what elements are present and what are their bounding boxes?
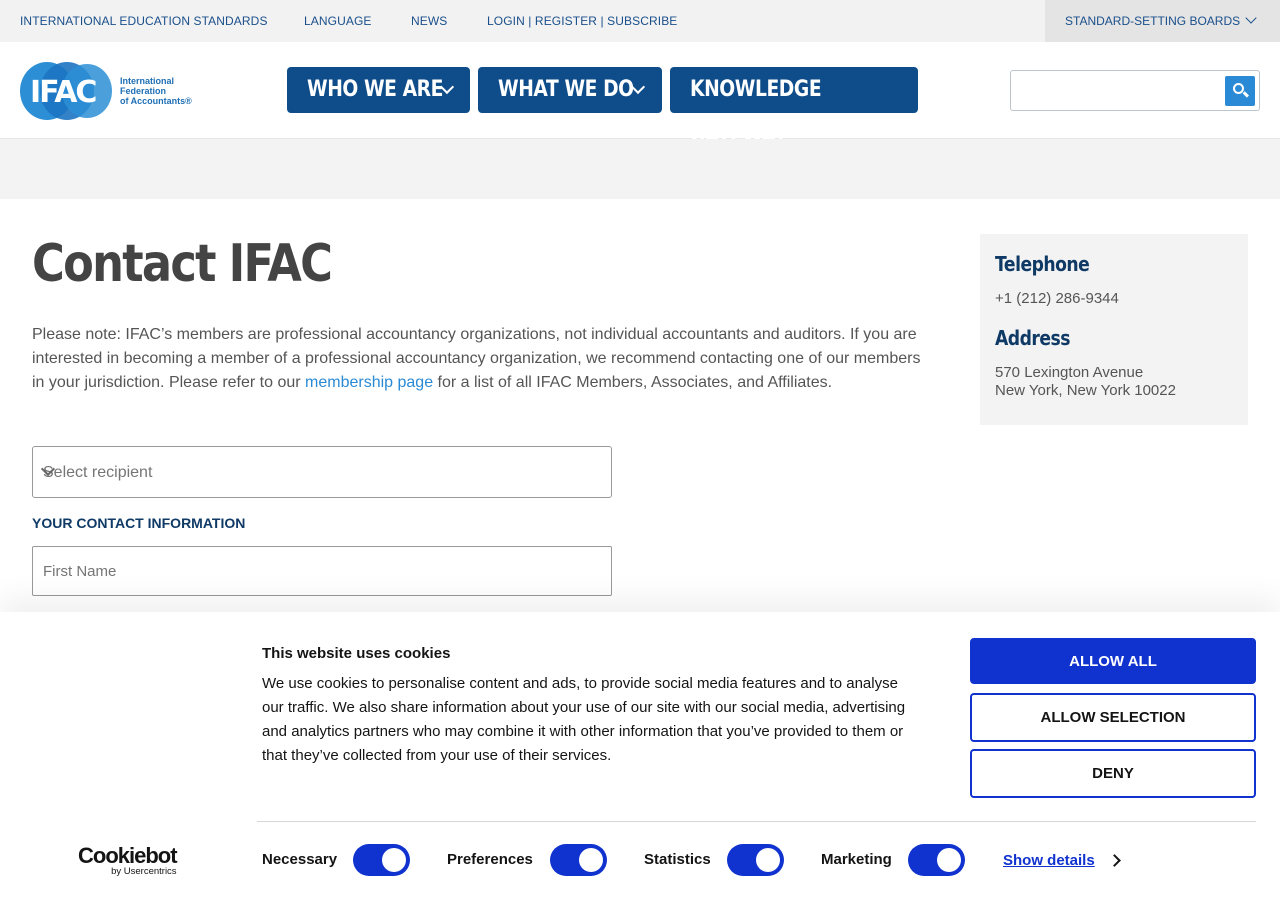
site-header: IFAC International Federation of Account…: [0, 42, 1280, 148]
logo-line-1: International: [120, 76, 175, 86]
cookie-body: We use cookies to personalise content an…: [262, 675, 906, 764]
chevron-down-icon: [1245, 12, 1257, 24]
logo-line-2: Federation: [120, 86, 167, 96]
deny-button[interactable]: DENY: [970, 749, 1256, 798]
ifac-logo[interactable]: IFAC International Federation of Account…: [20, 61, 200, 121]
nav-who-we-are[interactable]: WHO WE ARE: [287, 67, 470, 113]
divider: [257, 821, 1256, 822]
statistics-label: Statistics: [644, 851, 711, 868]
preferences-toggle[interactable]: [550, 844, 607, 876]
logo-wordmark: International Federation of Accountants®: [120, 76, 192, 106]
recipient-select[interactable]: Select recipient: [32, 446, 612, 498]
nav-what-we-do[interactable]: WHAT WE DO: [478, 67, 662, 113]
statistics-toggle[interactable]: [727, 844, 784, 876]
ifac-logo-mark: IFAC: [20, 62, 112, 120]
boards-label: STANDARD-SETTING BOARDS: [1065, 14, 1241, 28]
preferences-label: Preferences: [447, 851, 533, 868]
search-button[interactable]: [1225, 76, 1255, 106]
address-heading: Address: [995, 326, 1070, 350]
nav-knowledge-gateway[interactable]: KNOWLEDGE GATEWAY: [670, 67, 918, 148]
nav-label: WHAT WE DO: [498, 77, 634, 102]
search-input[interactable]: [1010, 70, 1260, 111]
select-placeholder: Select recipient: [43, 464, 153, 481]
link-news[interactable]: NEWS: [411, 14, 447, 28]
link-international-education-standards[interactable]: INTERNATIONAL EDUCATION STANDARDS: [20, 14, 268, 28]
nav-label: WHO WE ARE: [307, 77, 443, 102]
first-name-field[interactable]: [32, 546, 612, 596]
membership-note: Please note: IFAC’s members are professi…: [32, 326, 921, 391]
standard-setting-boards-dropdown[interactable]: STANDARD-SETTING BOARDS: [1045, 0, 1280, 42]
necessary-toggle[interactable]: [353, 844, 410, 876]
necessary-label: Necessary: [262, 851, 338, 868]
hero-band: [0, 139, 1280, 199]
utility-bar: INTERNATIONAL EDUCATION STANDARDS LANGUA…: [0, 0, 1280, 42]
address-line-1: 570 Lexington Avenue: [995, 364, 1144, 381]
address-line-2: New York, New York 10022: [995, 382, 1176, 399]
chevron-right-icon: [1108, 854, 1121, 867]
allow-all-button[interactable]: ALLOW ALL: [970, 638, 1256, 684]
cookiebot-wordmark: Cookiebot: [78, 843, 178, 868]
logo-mark-text: IFAC: [30, 75, 96, 110]
contact-info-label: YOUR CONTACT INFORMATION: [32, 515, 246, 531]
page-title: Contact IFAC: [32, 234, 333, 294]
cookie-title: This website uses cookies: [262, 645, 451, 662]
cookie-consent-banner: This website uses cookies We use cookies…: [0, 612, 1280, 900]
link-language[interactable]: LANGUAGE: [304, 14, 372, 28]
allow-selection-button[interactable]: ALLOW SELECTION: [970, 693, 1256, 742]
logo-line-3: of Accountants®: [120, 96, 192, 106]
contact-sidebar: Telephone +1 (212) 286-9344 Address 570 …: [980, 234, 1248, 425]
telephone-heading: Telephone: [995, 252, 1090, 276]
telephone-number: +1 (212) 286-9344: [995, 290, 1119, 307]
membership-page-link[interactable]: membership page: [305, 374, 433, 391]
marketing-label: Marketing: [821, 851, 892, 868]
show-details-link[interactable]: Show details: [1003, 852, 1095, 869]
link-login-register-subscribe[interactable]: LOGIN | REGISTER | SUBSCRIBE: [487, 14, 677, 28]
marketing-toggle[interactable]: [908, 844, 965, 876]
cookiebot-logo: Cookiebot by Usercentrics: [78, 843, 178, 878]
